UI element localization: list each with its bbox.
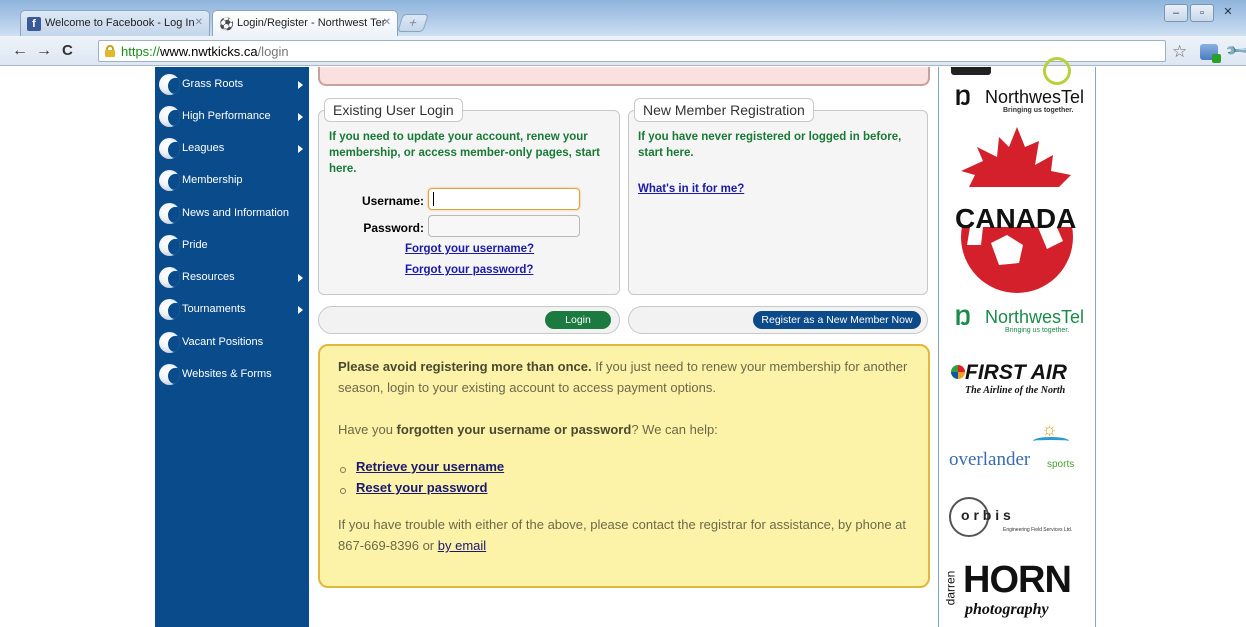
sidebar-nav: Grass Roots High Performance Leagues Mem… [155,67,309,627]
northwestel-logo-1[interactable]: Ŋ NorthwesTel Bringing us together. [947,85,1087,121]
alert-box [318,67,930,86]
soccer-ball-icon [159,74,180,95]
sidebar-item-grass-roots[interactable]: Grass Roots [155,69,309,101]
northwestel-n-icon: Ŋ [955,305,971,330]
whats-in-it-link[interactable]: What's in it for me? [638,183,744,195]
sidebar-item-websites-forms[interactable]: Websites & Forms [155,359,309,391]
sidebar-item-high-performance[interactable]: High Performance [155,101,309,133]
notice-box: Please avoid registering more than once.… [318,344,930,588]
sidebar-item-label: Resources [182,271,235,283]
overlander-sports-logo[interactable]: ☼ overlander sports [947,419,1087,479]
password-label: Password: [363,221,424,235]
password-field[interactable] [428,215,580,237]
soccer-ball-icon [159,332,180,353]
extension-icon[interactable] [1200,44,1221,63]
sidebar-item-label: High Performance [182,110,271,122]
sidebar-item-label: Membership [182,174,243,186]
registration-panel-title: New Member Registration [634,98,814,122]
bookmark-star-icon[interactable]: ☆ [1172,42,1187,62]
sidebar-item-membership[interactable]: Membership [155,165,309,197]
notice-paragraph-3: If you have trouble with either of the a… [338,517,907,553]
reload-button[interactable]: C [62,42,73,60]
facebook-icon: f [27,17,41,31]
sidebar-item-resources[interactable]: Resources [155,262,309,294]
soccer-ball-icon [159,170,180,191]
login-panel-title: Existing User Login [324,98,463,122]
orbis-logo[interactable]: o r b i s Engineering Field Services Ltd… [947,495,1087,543]
arrow-right-icon [298,145,303,153]
username-field[interactable] [428,188,580,210]
forward-button[interactable]: → [36,42,52,60]
new-tab-button[interactable]: + [397,14,429,32]
login-description: If you need to update your account, rene… [329,131,600,175]
sidebar-item-pride[interactable]: Pride [155,230,309,262]
forgot-password-link[interactable]: Forgot your password? [405,264,533,276]
sidebar-item-label: Vacant Positions [182,336,264,348]
retrieve-username-link[interactable]: Retrieve your username [356,459,504,474]
soccer-ball-icon [159,267,180,288]
northwestel-n-icon: Ŋ [955,85,971,110]
arrow-right-icon [298,274,303,282]
northwestel-logo-2[interactable]: Ŋ NorthwesTel Bringing us together. [947,305,1087,341]
register-button[interactable]: Register as a New Member Now [753,311,921,329]
notice-paragraph-1: Please avoid registering more than once.… [338,359,908,395]
login-button[interactable]: Login [545,311,611,329]
tab-title: Welcome to Facebook - Log In [45,17,195,29]
close-window-button[interactable]: ✕ [1216,4,1240,22]
url-text[interactable]: https://www.nwtkicks.ca/login [121,44,289,59]
register-action-bar: Register as a New Member Now [628,306,928,334]
soccer-ball-icon [159,364,180,385]
minimize-button[interactable]: – [1164,4,1188,22]
sponsor-logo-partial [947,57,1087,85]
maximize-button[interactable]: ▫ [1190,4,1214,22]
forgot-username-link[interactable]: Forgot your username? [405,243,534,255]
bullet-icon [340,467,346,473]
sidebar-item-leagues[interactable]: Leagues [155,133,309,165]
lock-icon [105,45,115,57]
soccer-ball-icon [159,203,180,224]
tab-facebook[interactable]: f Welcome to Facebook - Log In ✕ [20,10,210,36]
address-bar[interactable]: https://www.nwtkicks.ca/login [98,40,1166,62]
username-label: Username: [361,194,424,208]
first-air-logo[interactable]: FIRST AIR The Airline of the North [947,361,1087,401]
back-button[interactable]: ← [12,42,28,60]
close-icon[interactable]: ✕ [383,17,391,28]
arrow-right-icon [298,81,303,89]
sidebar-item-label: News and Information [182,207,289,219]
soccer-ball-icon [159,138,180,159]
bullet-icon [340,488,346,494]
reset-password-link[interactable]: Reset your password [356,480,488,495]
canada-soccer-logo[interactable]: CANADA [947,125,1087,295]
soccer-ball-icon [159,235,180,256]
soccer-ball-icon [159,299,180,320]
arrow-right-icon [298,306,303,314]
sidebar-item-tournaments[interactable]: Tournaments [155,294,309,326]
sidebar-item-label: Leagues [182,142,225,154]
soccer-ball-icon: ⚽ [219,17,234,31]
darren-horn-photography-logo[interactable]: darren HORN photography [943,559,1087,627]
sidebar-item-label: Tournaments [182,303,246,315]
sidebar-item-label: Pride [182,239,208,251]
sidebar-item-label: Websites & Forms [182,368,272,380]
registration-description: If you have never registered or logged i… [638,131,902,159]
soccer-ball-icon [159,106,180,127]
sponsor-column: Ŋ NorthwesTel Bringing us together. CANA… [938,57,1096,627]
arrow-right-icon [298,113,303,121]
web-page: Grass Roots High Performance Leagues Mem… [0,57,1246,627]
sidebar-item-news[interactable]: News and Information [155,198,309,230]
login-action-bar: Login [318,306,620,334]
email-link[interactable]: by email [438,538,486,553]
notice-paragraph-2: Have you forgotten your username or pass… [338,422,718,437]
first-air-icon [951,365,965,379]
sidebar-item-label: Grass Roots [182,78,244,90]
tab-login-register[interactable]: ⚽ Login/Register - Northwest Ter ✕ [212,10,398,36]
sidebar-item-vacant-positions[interactable]: Vacant Positions [155,327,309,359]
browser-title-bar: f Welcome to Facebook - Log In ✕ ⚽ Login… [0,0,1246,36]
close-icon[interactable]: ✕ [195,17,203,28]
tab-title: Login/Register - Northwest Ter [237,17,386,29]
